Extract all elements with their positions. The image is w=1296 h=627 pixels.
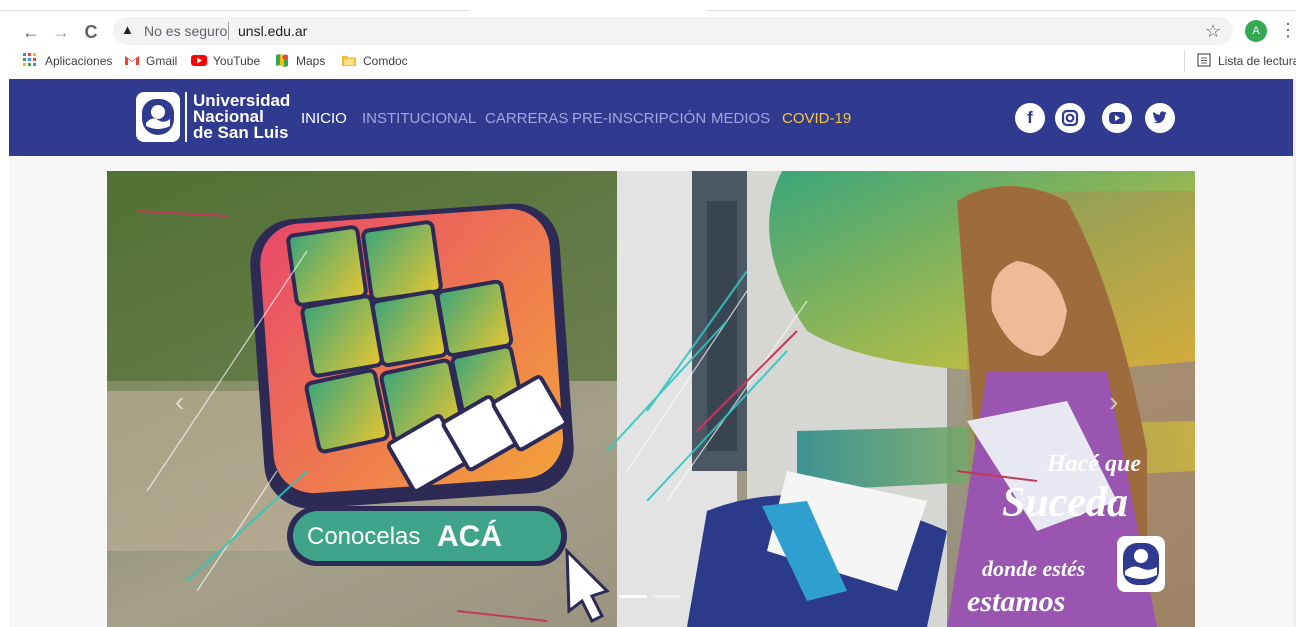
nav-carreras[interactable]: CARRERAS bbox=[485, 109, 568, 129]
instagram-icon[interactable] bbox=[1055, 103, 1085, 133]
tab-strip-line bbox=[706, 10, 1296, 11]
reading-list-button[interactable]: Lista de lectura bbox=[1218, 53, 1296, 69]
facebook-icon[interactable]: f bbox=[1015, 103, 1045, 133]
apps-grid-icon bbox=[22, 52, 38, 68]
banner-carousel[interactable]: Conocelas ACÁ Hacé que Suceda donde esté… bbox=[107, 171, 1195, 627]
reload-icon[interactable]: C bbox=[80, 21, 102, 43]
logo-text-line-3: de San Luis bbox=[193, 123, 289, 142]
nav-medios[interactable]: MEDIOS bbox=[711, 109, 770, 129]
bookmark-comdoc[interactable]: Comdoc bbox=[363, 53, 408, 69]
bookmark-star-icon[interactable]: ☆ bbox=[1205, 20, 1221, 42]
forward-icon[interactable]: → bbox=[50, 21, 72, 43]
gmail-icon bbox=[124, 52, 140, 68]
address-divider bbox=[228, 22, 229, 40]
svg-text:donde estés: donde estés bbox=[982, 556, 1085, 581]
carousel-next-icon[interactable]: › bbox=[1109, 386, 1118, 418]
logo-divider bbox=[185, 92, 187, 142]
twitter-icon[interactable] bbox=[1145, 103, 1175, 133]
svg-text:Hacé que: Hacé que bbox=[1046, 451, 1141, 477]
carousel-prev-icon[interactable]: ‹ bbox=[175, 386, 184, 418]
bookmark-aplicaciones[interactable]: Aplicaciones bbox=[45, 53, 112, 69]
tab-strip-line bbox=[0, 10, 470, 11]
bookmark-maps[interactable]: Maps bbox=[296, 53, 325, 69]
carousel-indicator-active[interactable] bbox=[619, 595, 647, 598]
bookmark-youtube[interactable]: YouTube bbox=[213, 53, 260, 69]
nav-institucional[interactable]: INSTITUCIONAL bbox=[362, 109, 476, 129]
svg-text:Suceda: Suceda bbox=[1002, 480, 1128, 526]
menu-icon[interactable]: ⋮ bbox=[1279, 19, 1296, 41]
carousel-indicator[interactable] bbox=[653, 595, 681, 598]
maps-icon bbox=[274, 52, 290, 68]
logo-shield-icon bbox=[142, 99, 174, 135]
nav-covid-19[interactable]: COVID-19 bbox=[782, 109, 851, 129]
banner-image: Conocelas ACÁ Hacé que Suceda donde esté… bbox=[107, 171, 1195, 627]
security-label[interactable]: No es seguro bbox=[144, 21, 227, 41]
reading-list-icon bbox=[1196, 52, 1212, 68]
folder-icon bbox=[341, 52, 357, 68]
profile-avatar[interactable]: A bbox=[1245, 20, 1267, 42]
back-icon[interactable]: ← bbox=[20, 21, 42, 43]
svg-text:estamos: estamos bbox=[967, 585, 1065, 618]
svg-text:ACÁ: ACÁ bbox=[437, 519, 502, 553]
bookmark-gmail[interactable]: Gmail bbox=[146, 53, 177, 69]
url-text[interactable]: unsl.edu.ar bbox=[238, 21, 307, 41]
youtube-social-icon[interactable] bbox=[1102, 103, 1132, 133]
warning-icon[interactable]: ▲ bbox=[121, 22, 137, 38]
nav-pre-inscripcion[interactable]: PRE-INSCRIPCIÓN bbox=[572, 109, 706, 129]
svg-text:Conocelas: Conocelas bbox=[307, 523, 420, 550]
youtube-icon bbox=[191, 52, 207, 68]
bookmarks-divider bbox=[1184, 50, 1185, 72]
nav-inicio[interactable]: INICIO bbox=[301, 109, 347, 129]
